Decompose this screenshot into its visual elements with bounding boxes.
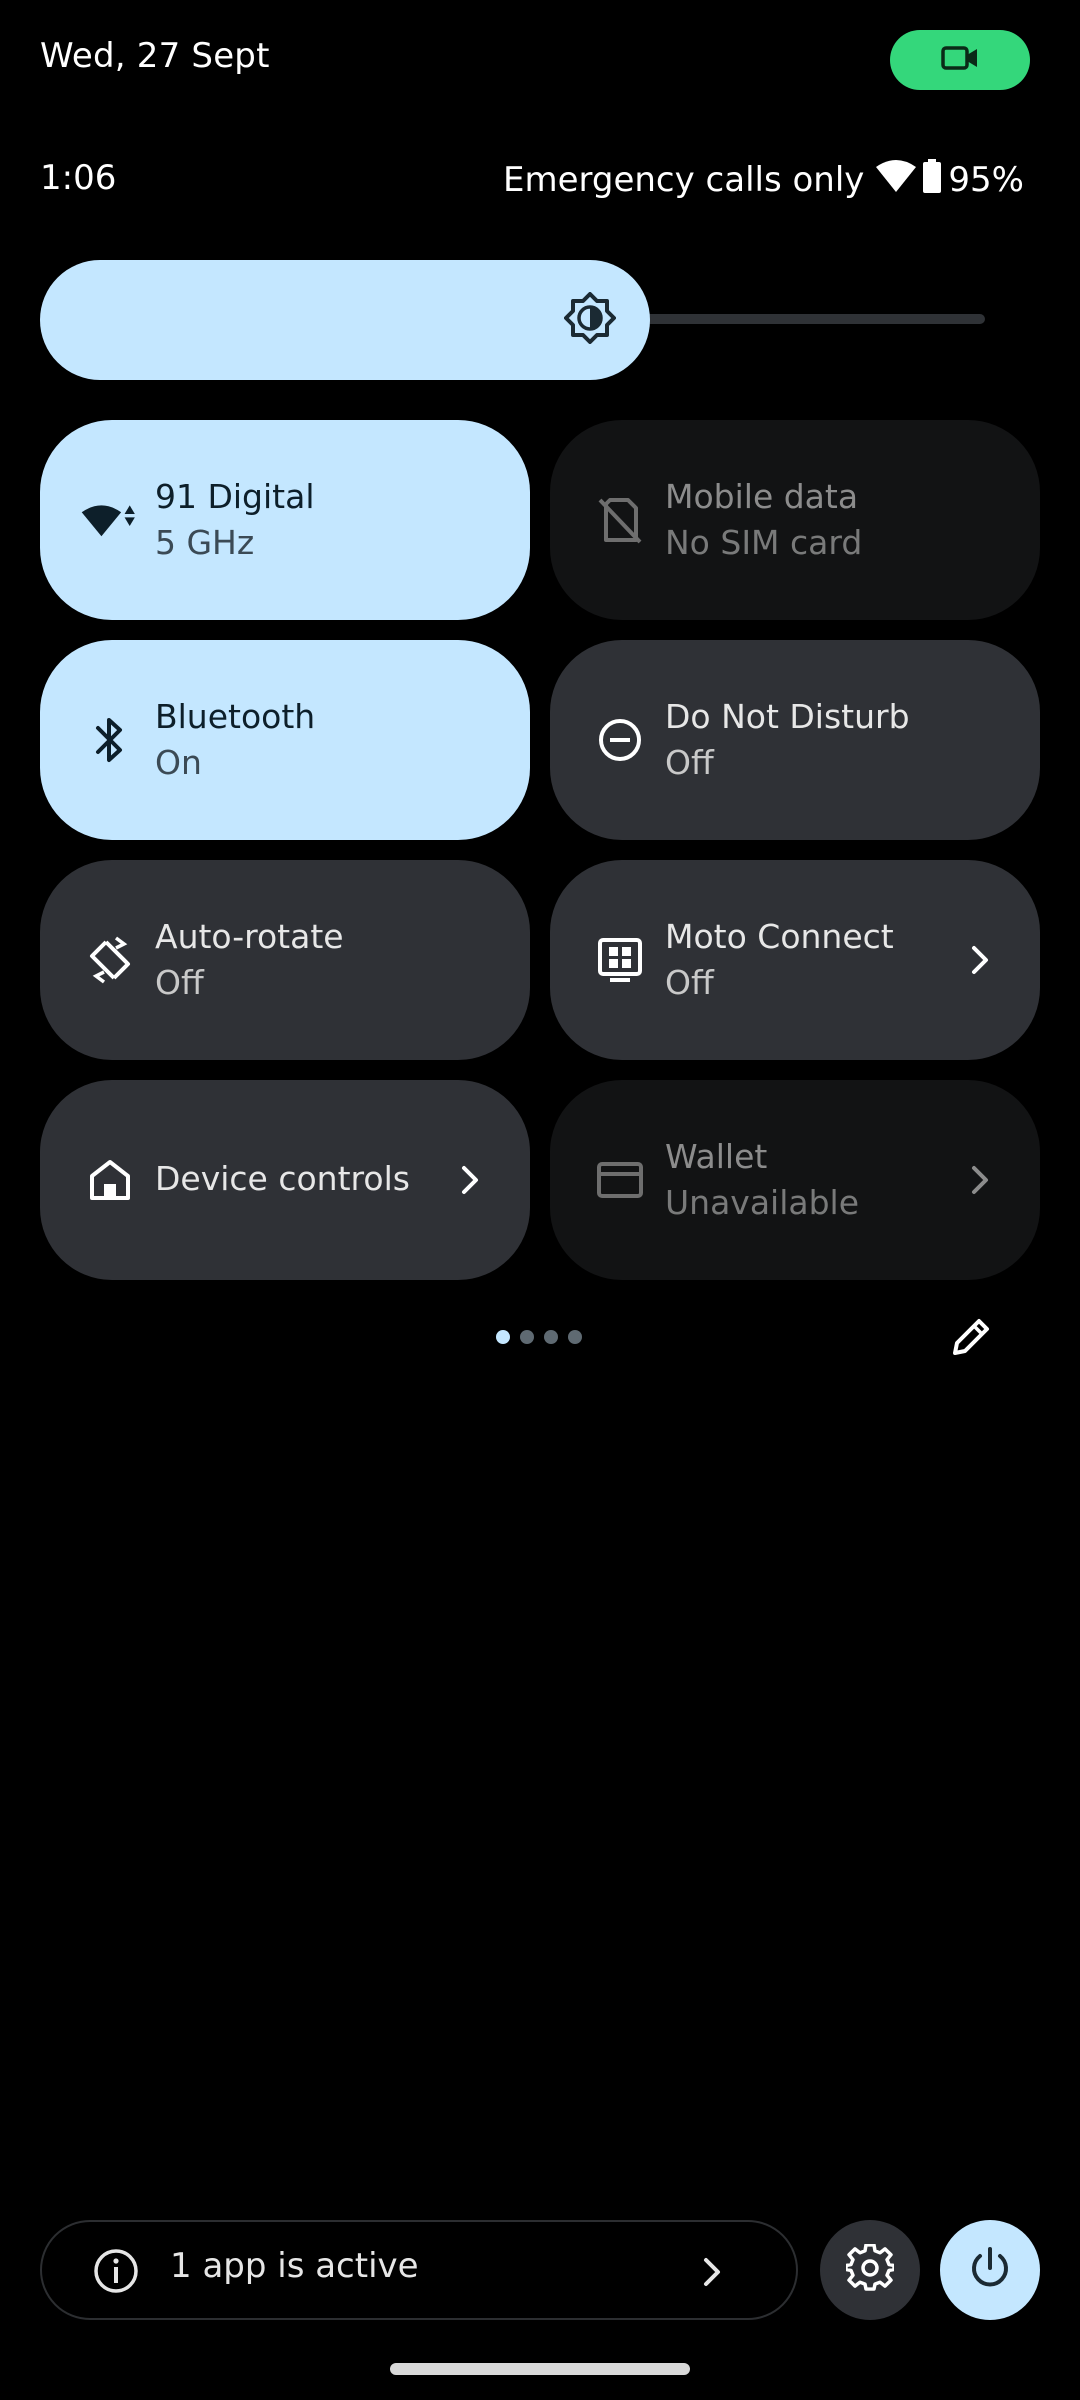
chevron-right-icon	[960, 1160, 1000, 1200]
video-camera-icon	[940, 42, 980, 78]
tile-title: Bluetooth	[155, 697, 316, 736]
tile-mobile-data[interactable]: Mobile data No SIM card	[550, 420, 1040, 620]
tile-title: Moto Connect	[665, 917, 894, 956]
tile-subtitle: Off	[665, 743, 714, 782]
active-apps-button[interactable]: 1 app is active	[40, 2220, 798, 2320]
camera-privacy-indicator[interactable]	[890, 30, 1030, 90]
wifi-icon	[876, 159, 917, 202]
tile-subtitle: Off	[665, 963, 714, 1002]
page-indicator	[496, 1330, 582, 1344]
chevron-right-icon	[700, 2252, 740, 2292]
tile-device-controls[interactable]: Device controls	[40, 1080, 530, 1280]
tile-do-not-disturb[interactable]: Do Not Disturb Off	[550, 640, 1040, 840]
brightness-icon	[562, 290, 618, 346]
date-label: Wed, 27 Sept	[40, 36, 270, 76]
tile-subtitle: On	[155, 743, 202, 782]
do-not-disturb-icon	[590, 710, 650, 770]
page-dot[interactable]	[568, 1330, 582, 1344]
auto-rotate-icon	[80, 930, 140, 990]
power-icon	[968, 2246, 1012, 2294]
tile-title: Auto-rotate	[155, 917, 344, 956]
tile-title: 91 Digital	[155, 477, 315, 516]
tile-auto-rotate[interactable]: Auto-rotate Off	[40, 860, 530, 1060]
network-status-text: Emergency calls only	[502, 160, 865, 200]
bluetooth-icon	[80, 710, 140, 770]
tile-subtitle: Off	[155, 963, 204, 1002]
tile-title: Device controls	[155, 1159, 410, 1198]
tile-title: Wallet	[665, 1137, 768, 1176]
chevron-right-icon	[450, 1160, 490, 1200]
tile-moto-connect[interactable]: Moto Connect Off	[550, 860, 1040, 1060]
clock: 1:06	[40, 158, 117, 198]
tile-subtitle: No SIM card	[665, 523, 863, 562]
status-icons: Emergency calls only 95%	[503, 156, 1024, 204]
active-apps-label: 1 app is active	[170, 2246, 419, 2286]
wifi-icon	[80, 490, 140, 550]
page-dot[interactable]	[544, 1330, 558, 1344]
tile-wifi[interactable]: 91 Digital 5 GHz	[40, 420, 530, 620]
battery-icon	[922, 158, 942, 202]
chevron-right-icon	[960, 940, 1000, 980]
page-dot[interactable]	[496, 1330, 510, 1344]
no-sim-icon	[590, 490, 650, 550]
tile-title: Mobile data	[665, 477, 859, 516]
gear-icon	[844, 2243, 896, 2296]
tile-subtitle: 5 GHz	[155, 523, 255, 562]
tile-subtitle: Unavailable	[665, 1183, 860, 1222]
home-gesture-bar[interactable]	[390, 2363, 690, 2375]
pencil-icon	[951, 1315, 993, 1361]
power-button[interactable]	[940, 2220, 1040, 2320]
page-dot[interactable]	[520, 1330, 534, 1344]
tile-title: Do Not Disturb	[665, 697, 910, 736]
info-icon	[92, 2247, 140, 2295]
edit-tiles-button[interactable]	[948, 1314, 996, 1362]
home-icon	[80, 1150, 140, 1210]
brightness-slider[interactable]	[40, 260, 650, 380]
moto-connect-icon	[590, 930, 650, 990]
tile-bluetooth[interactable]: Bluetooth On	[40, 640, 530, 840]
settings-button[interactable]	[820, 2220, 920, 2320]
wallet-icon	[590, 1150, 650, 1210]
tile-wallet[interactable]: Wallet Unavailable	[550, 1080, 1040, 1280]
battery-percentage: 95%	[948, 160, 1024, 200]
brightness-slider-track[interactable]	[620, 314, 985, 324]
